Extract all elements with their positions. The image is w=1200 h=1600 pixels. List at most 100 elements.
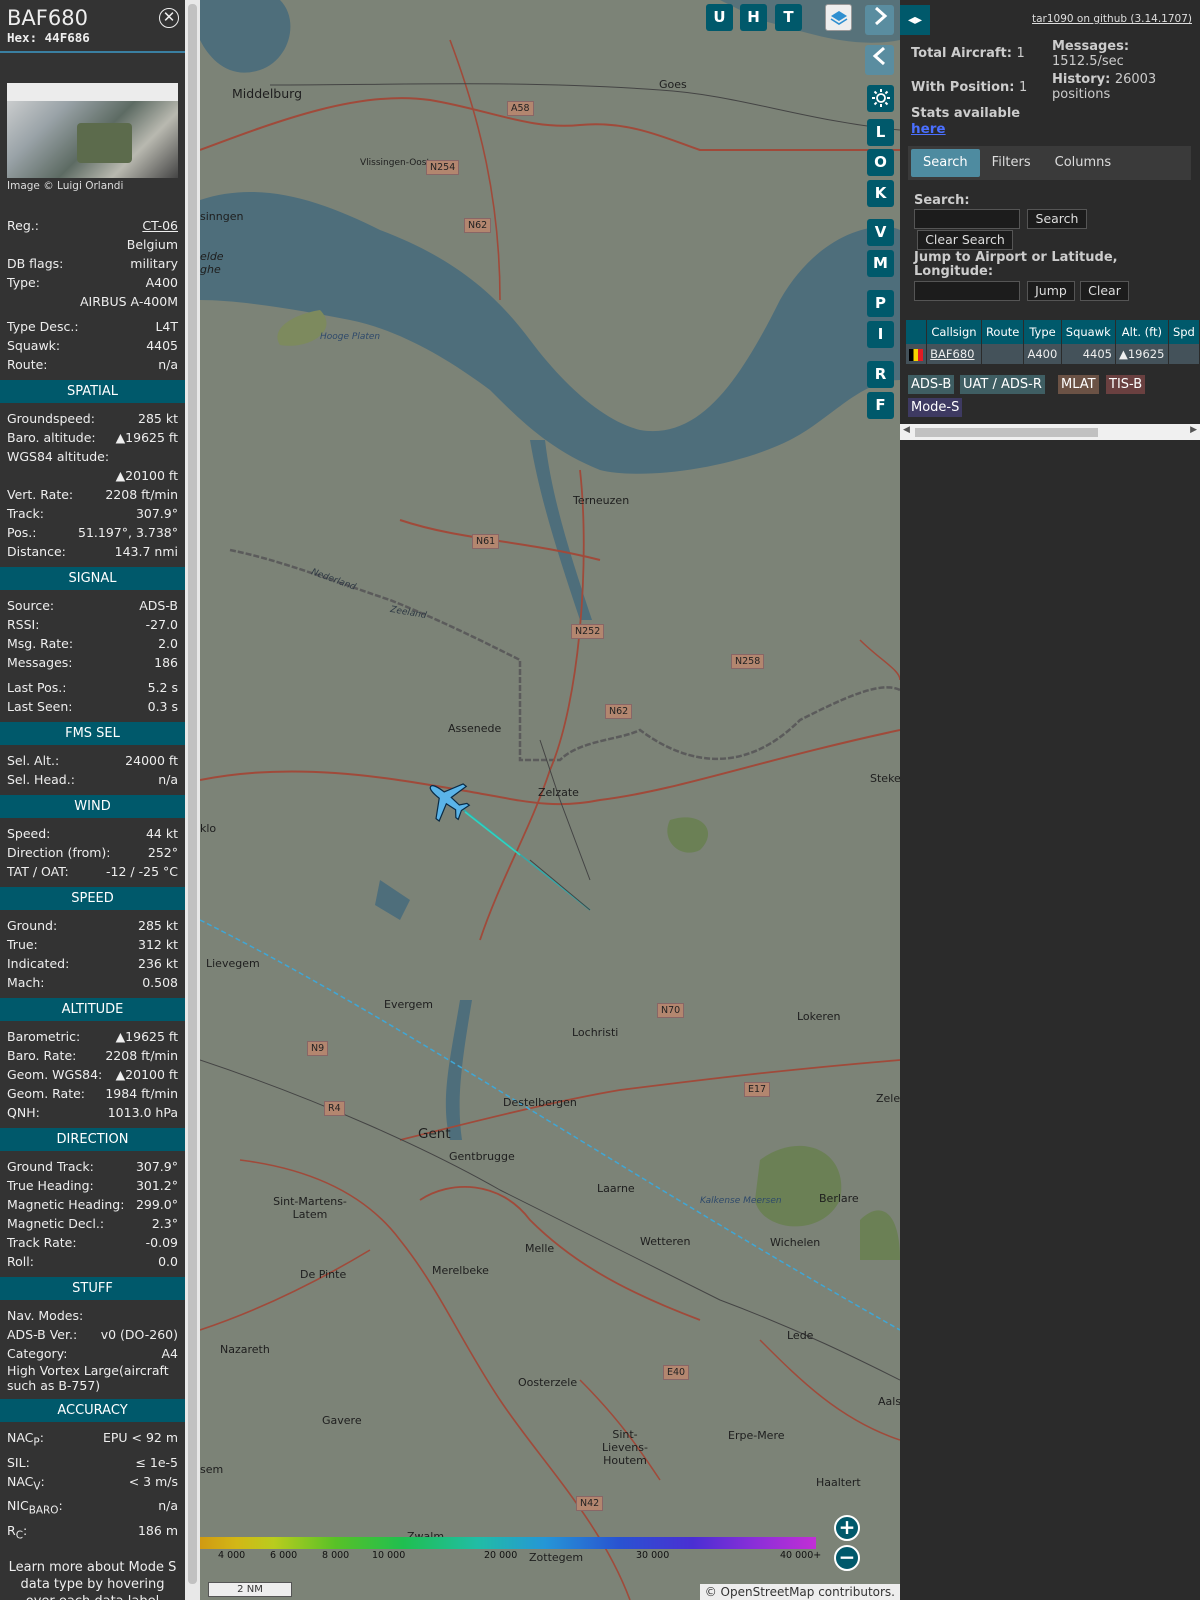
map-attribution[interactable]: © OpenStreetMap contributors. (699, 1584, 900, 1600)
road-shield: E40 (663, 1365, 690, 1380)
place-label: Melle (525, 1242, 555, 1255)
road-shield: N70 (657, 1003, 685, 1018)
scroll-right-icon[interactable]: ▶ (1190, 425, 1197, 435)
close-icon[interactable]: ✕ (159, 8, 179, 28)
geom-wgs-label: Geom. WGS84: (7, 1067, 103, 1082)
msg-rate-label: Msg. Rate: (7, 636, 74, 651)
road-shield: N42 (576, 1496, 604, 1511)
place-label: Lochristi (572, 1026, 619, 1039)
info-scrollbar-thumb[interactable] (188, 4, 197, 1584)
messages-stat-label: Messages: (1052, 39, 1130, 54)
expand-collapse-icon[interactable]: ◂▸ (900, 5, 930, 35)
jump-button[interactable]: Jump (1027, 281, 1075, 301)
sel-alt-value: 24000 ft (125, 753, 178, 768)
squawk-row: Squawk: 4405 (0, 336, 185, 355)
section-fms: FMS SEL (0, 722, 185, 745)
section-stuff: STUFF (0, 1277, 185, 1300)
map-button-u[interactable]: U (706, 4, 733, 31)
search-input[interactable] (914, 209, 1020, 229)
reg-label: Reg.: (7, 218, 39, 233)
place-label: Lede (787, 1329, 814, 1342)
search-button[interactable]: Search (1027, 209, 1087, 229)
col-squawk[interactable]: Squawk (1061, 320, 1116, 344)
nacv-label-sub: V (33, 1480, 41, 1492)
map-button-v[interactable]: V (867, 219, 894, 246)
clear-button[interactable]: Clear (1080, 281, 1129, 301)
section-wind: WIND (0, 795, 185, 818)
place-label: sem (200, 1463, 224, 1476)
github-link[interactable]: tar1090 on github (3.14.1707) (1032, 13, 1192, 25)
info-scrollbar[interactable] (185, 0, 200, 1600)
chevron-left-icon[interactable] (865, 45, 894, 75)
nacp-label-sub: P (33, 1436, 40, 1449)
stats-link[interactable]: here (911, 121, 946, 137)
row-type: A400 (1023, 344, 1062, 364)
col-alt[interactable]: Alt. (ft) (1115, 320, 1169, 344)
map-button-t[interactable]: T (775, 4, 802, 31)
squawk-label: Squawk: (7, 338, 61, 353)
last-seen-value: 0.3 s (147, 699, 178, 714)
geom-rate-value: 1984 ft/min (105, 1086, 178, 1101)
route-row: Route: n/a (0, 355, 185, 374)
map-button-r[interactable]: R (867, 361, 894, 388)
nic-label-text: NIC (7, 1498, 29, 1513)
aircraft-marker[interactable] (417, 769, 477, 830)
map-button-i[interactable]: I (867, 321, 894, 348)
zoom-in-button[interactable]: + (834, 1515, 860, 1541)
road-shield: N254 (426, 160, 460, 175)
table-row[interactable]: BAF680 A400 4405 ▲19625 (906, 344, 1200, 364)
tab-search[interactable]: Search (911, 149, 980, 177)
map-button-m[interactable]: M (867, 250, 894, 277)
row-callsign[interactable]: BAF680 (926, 344, 982, 364)
jump-input[interactable] (914, 281, 1020, 301)
col-route[interactable]: Route (981, 320, 1025, 344)
map-button-l[interactable]: L (867, 119, 894, 146)
zoom-out-button[interactable]: − (834, 1545, 860, 1571)
pos-row: Pos.: 51.197°, 3.738° (0, 523, 185, 542)
history-stat: History: 26003 positions (1052, 72, 1192, 102)
photo-credit: Image © Luigi Orlandi (7, 180, 124, 192)
with-position-label: With Position: (911, 80, 1015, 95)
map-button-k[interactable]: K (867, 180, 894, 207)
map-button-h[interactable]: H (740, 4, 767, 31)
track-rate-value: -0.09 (145, 1235, 178, 1250)
map-button-f[interactable]: F (867, 392, 894, 419)
col-type[interactable]: Type (1023, 320, 1062, 344)
section-spatial: SPATIAL (0, 380, 185, 403)
indicated-speed-label: Indicated: (7, 956, 70, 971)
ground-track-row: Ground Track: 307.9° (0, 1157, 185, 1176)
tab-columns[interactable]: Columns (1043, 149, 1124, 177)
nic-value: n/a (158, 1498, 178, 1513)
track-rate-row: Track Rate: -0.09 (0, 1233, 185, 1252)
category-label: Category: (7, 1346, 68, 1361)
col-callsign[interactable]: Callsign (926, 320, 982, 344)
clear-search-button[interactable]: Clear Search (917, 230, 1013, 250)
col-flag[interactable] (906, 320, 928, 344)
scroll-left-icon[interactable]: ◀ (903, 425, 910, 435)
category-desc: High Vortex Large(aircraft such as B-757… (7, 1363, 169, 1393)
tab-filters[interactable]: Filters (980, 149, 1043, 177)
map-base (200, 0, 900, 1600)
last-pos-value: 5.2 s (147, 680, 178, 695)
col-spd[interactable]: Spd (1168, 320, 1200, 344)
map-button-p[interactable]: P (867, 290, 894, 317)
pos-value: 51.197°, 3.738° (78, 525, 178, 540)
baro-rate-label: Baro. Rate: (7, 1048, 77, 1063)
groundspeed-value: 285 kt (138, 411, 178, 426)
tat-oat-row: TAT / OAT: -12 / -25 °C (0, 862, 185, 881)
map-view[interactable]: Middelburg Goes Vlissingen-Oost Terneuze… (200, 0, 900, 1600)
place-label: Aals (878, 1395, 900, 1408)
road-shield: N258 (731, 654, 765, 669)
layers-icon[interactable] (825, 4, 852, 31)
wgs-alt-row: ▲20100 ft (0, 466, 185, 485)
aircraft-photo[interactable] (7, 83, 178, 178)
reg-link[interactable]: CT-06 (142, 216, 178, 235)
table-scrollbar[interactable]: ◀ ▶ (900, 424, 1200, 440)
place-label: Laarne (597, 1182, 635, 1195)
table-scrollbar-thumb[interactable] (915, 428, 1098, 437)
legend-tisb: TIS-B (1106, 375, 1146, 394)
map-button-o[interactable]: O (867, 149, 894, 176)
wgs-alt-value: ▲20100 ft (115, 468, 178, 483)
gear-icon[interactable] (867, 85, 894, 112)
chevron-right-icon[interactable] (865, 5, 894, 35)
